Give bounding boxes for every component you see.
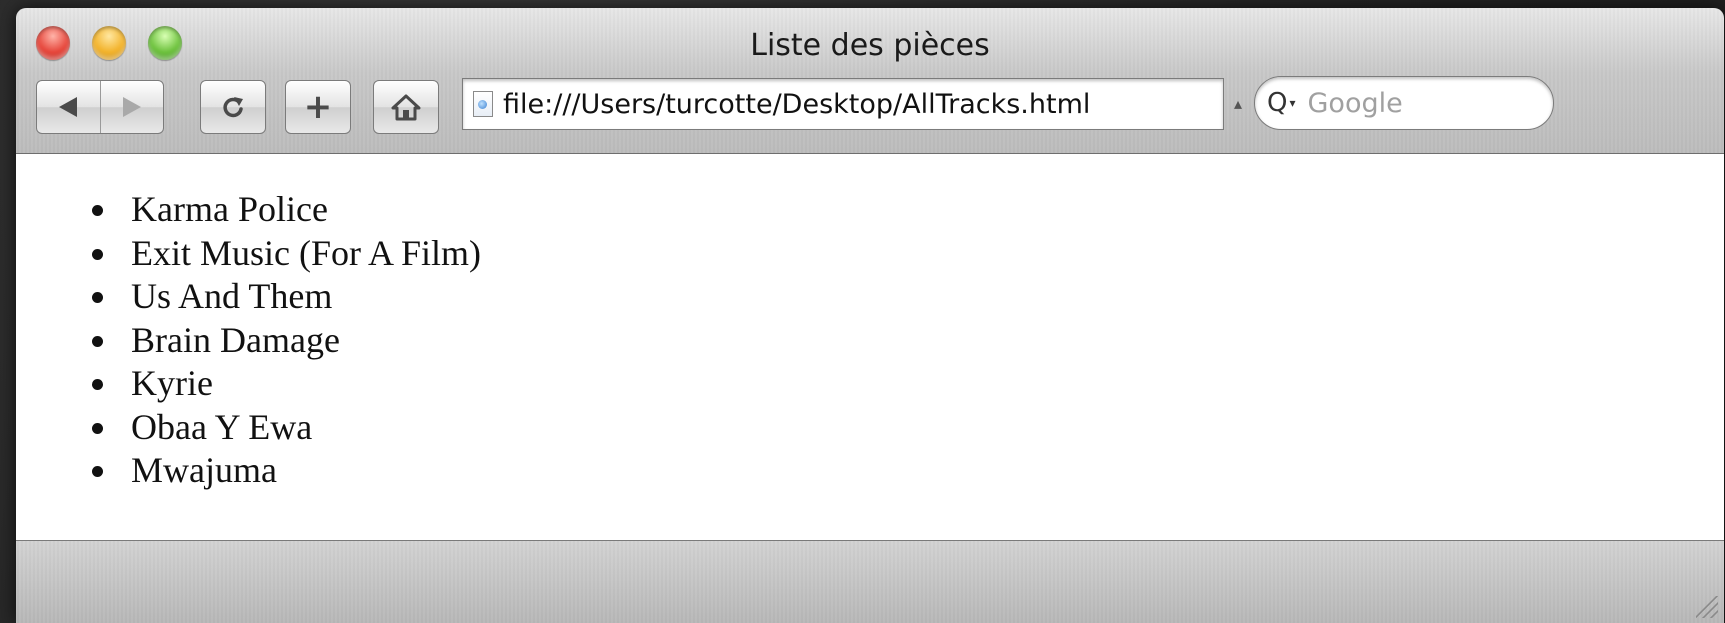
page-icon bbox=[473, 91, 493, 117]
track-title: Kyrie bbox=[131, 363, 213, 403]
track-title: Mwajuma bbox=[131, 450, 277, 490]
search-placeholder: Google bbox=[1307, 87, 1403, 119]
track-title: Brain Damage bbox=[131, 319, 340, 360]
list-item: Brain Damage bbox=[92, 319, 481, 363]
list-item: Kyrie bbox=[92, 362, 481, 406]
search-field[interactable]: Q ▾ Google bbox=[1254, 76, 1554, 130]
bullet-icon bbox=[92, 248, 103, 260]
bullet-icon bbox=[92, 422, 103, 434]
list-item: Us And Them bbox=[92, 275, 481, 319]
bullet-icon bbox=[92, 292, 103, 303]
page-content: Karma Police Exit Music (For A Film) Us … bbox=[16, 154, 1724, 540]
search-dropdown-icon[interactable]: ▾ bbox=[1289, 96, 1295, 110]
back-forward-group bbox=[36, 80, 164, 134]
reload-icon bbox=[223, 97, 243, 118]
track-title: Obaa Y Ewa bbox=[131, 406, 313, 447]
list-item: Exit Music (For A Film) bbox=[92, 232, 481, 276]
bullet-icon bbox=[92, 379, 103, 390]
track-title: Karma Police bbox=[131, 189, 328, 229]
home-button[interactable] bbox=[373, 80, 439, 134]
address-caret-icon[interactable]: ▴ bbox=[1234, 94, 1242, 113]
reload-button[interactable] bbox=[200, 80, 266, 134]
address-text: file:///Users/turcotte/Desktop/AllTracks… bbox=[503, 88, 1091, 120]
home-icon bbox=[391, 94, 421, 121]
track-title: Us And Them bbox=[131, 276, 333, 316]
window-title: Liste des pièces bbox=[750, 28, 990, 63]
list-item: Karma Police bbox=[92, 188, 481, 232]
back-button[interactable] bbox=[37, 81, 101, 133]
back-arrow-icon bbox=[59, 97, 78, 117]
browser-window: Liste des pièces + file:///Users/turcott… bbox=[16, 8, 1724, 623]
address-bar[interactable]: file:///Users/turcotte/Desktop/AllTracks… bbox=[462, 78, 1224, 130]
bullet-icon bbox=[92, 466, 103, 477]
forward-button[interactable] bbox=[101, 81, 164, 133]
track-list: Karma Police Exit Music (For A Film) Us … bbox=[92, 188, 481, 493]
add-bookmark-button[interactable]: + bbox=[285, 80, 351, 134]
forward-arrow-icon bbox=[122, 97, 141, 117]
bullet-icon bbox=[92, 335, 103, 347]
status-bar bbox=[16, 540, 1724, 623]
search-icon[interactable]: Q bbox=[1267, 88, 1287, 118]
track-title: Exit Music (For A Film) bbox=[131, 232, 482, 273]
toolbar: Liste des pièces + file:///Users/turcott… bbox=[16, 8, 1724, 154]
list-item: Mwajuma bbox=[92, 449, 481, 493]
list-item: Obaa Y Ewa bbox=[92, 406, 481, 450]
bullet-icon bbox=[92, 205, 103, 216]
add-bookmark-label: + bbox=[303, 87, 333, 127]
resize-grip-icon[interactable] bbox=[1696, 596, 1718, 618]
